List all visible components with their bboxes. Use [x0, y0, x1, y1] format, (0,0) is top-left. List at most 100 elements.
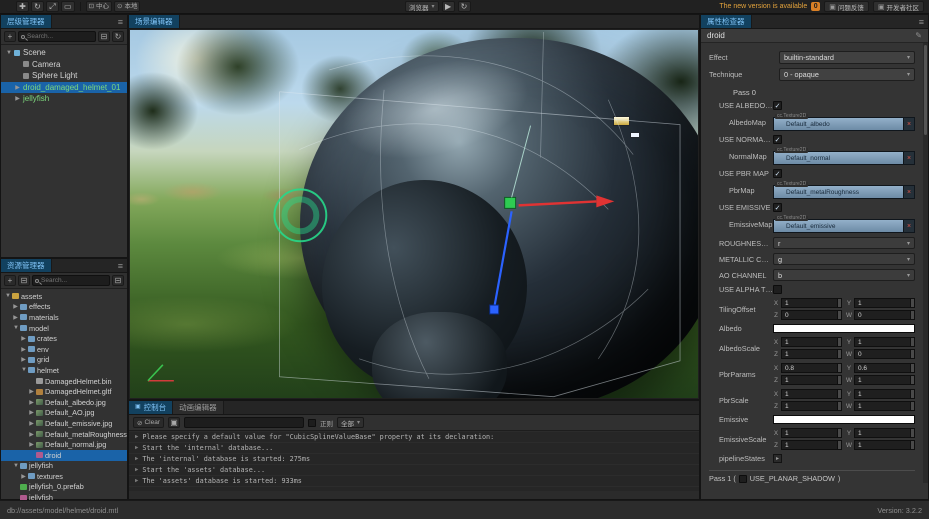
tree-closed-icon[interactable]: ▶ [13, 314, 18, 321]
tree-node-sphere-light[interactable]: ▶Sphere Light [1, 70, 127, 82]
asset-row[interactable]: ▶env [1, 344, 127, 355]
drag-handle[interactable] [837, 350, 841, 358]
log-caret-icon[interactable]: ▶ [135, 478, 138, 484]
drag-handle[interactable] [837, 338, 841, 346]
clear-texture-button[interactable]: × [903, 152, 914, 164]
emissive-map-slot[interactable]: cc.Texture2D Default_emissive× [773, 216, 915, 233]
log-caret-icon[interactable]: ▶ [135, 434, 138, 440]
number-input[interactable]: 1 [854, 401, 915, 411]
tree-open-icon[interactable]: ▼ [21, 367, 26, 373]
edit-icon[interactable]: ✎ [915, 31, 922, 40]
move-tool-button[interactable]: ✚ [16, 1, 29, 12]
number-input[interactable]: 1 [854, 389, 915, 399]
menu-icon[interactable]: ≡ [919, 17, 924, 27]
planar-shadow-checkbox[interactable] [739, 475, 747, 483]
tree-node-jellyfish[interactable]: ▶jellyfish [1, 93, 127, 105]
number-input[interactable]: 1 [854, 298, 915, 308]
create-node-button[interactable]: + [4, 31, 16, 42]
number-input[interactable]: 1 [781, 349, 842, 359]
coordinate-toggle-button[interactable]: ⊙本地 [114, 1, 140, 12]
log-caret-icon[interactable]: ▶ [135, 445, 138, 451]
menu-icon[interactable]: ≡ [118, 17, 123, 27]
drag-handle[interactable] [910, 429, 914, 437]
number-input[interactable]: 1 [854, 440, 915, 450]
tree-closed-icon[interactable]: ▶ [15, 95, 20, 102]
number-input[interactable]: 1 [854, 375, 915, 385]
menu-icon[interactable]: ≡ [118, 261, 123, 271]
effect-select[interactable]: builtin-standard▾ [779, 51, 915, 64]
log-caret-icon[interactable]: ▶ [135, 456, 138, 462]
tree-closed-icon[interactable]: ▶ [29, 388, 34, 395]
tree-node-camera[interactable]: ▶Camera [1, 59, 127, 71]
tree-closed-icon[interactable]: ▶ [29, 431, 34, 438]
play-button[interactable]: ▶ [442, 1, 455, 12]
drag-handle[interactable] [910, 338, 914, 346]
asset-row[interactable]: ▶jellyfish_0.prefab [1, 482, 127, 493]
normal-map-slot[interactable]: cc.Texture2D Default_normal× [773, 148, 915, 165]
albedo-color-swatch[interactable] [773, 324, 915, 333]
asset-row[interactable]: ▶Default_albedo.jpg [1, 397, 127, 408]
asset-row[interactable]: ▶Default_AO.jpg [1, 408, 127, 419]
tree-closed-icon[interactable]: ▶ [29, 420, 34, 427]
update-notice-link[interactable]: The new version is available [719, 3, 807, 10]
asset-row[interactable]: ▶DamagedHelmet.bin [1, 376, 127, 387]
asset-row[interactable]: ▶DamagedHelmet.gltf [1, 386, 127, 397]
drag-handle[interactable] [837, 429, 841, 437]
tree-node-scene[interactable]: ▼Scene [1, 47, 127, 59]
roughness-channel-select[interactable]: r▾ [773, 237, 915, 249]
scrollbar-thumb[interactable] [924, 45, 927, 135]
number-input[interactable]: 0.6 [854, 363, 915, 373]
sort-assets-button[interactable]: ⊟ [18, 275, 30, 286]
scene-viewport[interactable] [130, 30, 698, 398]
drag-handle[interactable] [837, 402, 841, 410]
asset-row[interactable]: ▼helmet [1, 365, 127, 376]
asset-row[interactable]: ▶Default_emissive.jpg [1, 418, 127, 429]
number-input[interactable]: 1 [854, 428, 915, 438]
collapse-assets-button[interactable]: ⊟ [112, 275, 124, 286]
inspector-scrollbar[interactable] [923, 43, 928, 483]
clear-texture-button[interactable]: × [903, 186, 914, 198]
drag-handle[interactable] [837, 299, 841, 307]
clear-texture-button[interactable]: × [903, 220, 914, 232]
asset-row[interactable]: ▶materials [1, 312, 127, 323]
asset-row[interactable]: ▶Default_normal.jpg [1, 439, 127, 450]
tree-node-droid-helmet[interactable]: ▶droid_damaged_helmet_01 [1, 82, 127, 94]
translate-gizmo[interactable] [490, 126, 615, 314]
log-entry[interactable]: ▶The 'internal' database is started: 275… [129, 454, 699, 465]
community-button[interactable]: ▣开发者社区 [873, 1, 924, 12]
drag-handle[interactable] [910, 299, 914, 307]
asset-row-droid-material[interactable]: ▶droid [1, 450, 127, 461]
tree-closed-icon[interactable]: ▶ [29, 409, 34, 416]
tree-closed-icon[interactable]: ▶ [15, 84, 20, 91]
tree-open-icon[interactable]: ▼ [5, 293, 10, 299]
log-entry[interactable]: ▶Start the 'internal' database... [129, 443, 699, 454]
regex-checkbox[interactable] [308, 419, 316, 427]
use-albedo-checkbox[interactable]: ✓ [773, 101, 782, 110]
number-input[interactable]: 1 [781, 428, 842, 438]
use-pbr-checkbox[interactable]: ✓ [773, 169, 782, 178]
log-caret-icon[interactable]: ▶ [135, 467, 138, 473]
refresh-button[interactable]: ↻ [458, 1, 471, 12]
log-level-select[interactable]: 全部 ▾ [337, 417, 364, 428]
drag-handle[interactable] [910, 441, 914, 449]
pipeline-states-expander[interactable]: ▸ [773, 454, 782, 463]
tree-open-icon[interactable]: ▼ [6, 50, 11, 56]
number-input[interactable]: 0 [781, 310, 842, 320]
tree-open-icon[interactable]: ▼ [13, 463, 18, 469]
tree-closed-icon[interactable]: ▶ [21, 473, 26, 480]
pbr-map-slot[interactable]: cc.Texture2D Default_metalRoughness× [773, 182, 915, 199]
notification-badge[interactable]: 0 [811, 2, 820, 11]
drag-handle[interactable] [837, 390, 841, 398]
export-log-button[interactable]: ▣ [168, 417, 180, 428]
clear-texture-button[interactable]: × [903, 118, 914, 130]
log-entry[interactable]: ▶Start the 'assets' database... [129, 465, 699, 476]
number-input[interactable]: 1 [781, 440, 842, 450]
tree-closed-icon[interactable]: ▶ [21, 356, 26, 363]
number-input[interactable]: 0.8 [781, 363, 842, 373]
asset-row[interactable]: ▼model [1, 323, 127, 334]
drag-handle[interactable] [837, 376, 841, 384]
tree-closed-icon[interactable]: ▶ [29, 441, 34, 448]
use-emissive-checkbox[interactable]: ✓ [773, 203, 782, 212]
metallic-channel-select[interactable]: g▾ [773, 253, 915, 265]
gizmo-z-axis[interactable] [495, 211, 512, 305]
